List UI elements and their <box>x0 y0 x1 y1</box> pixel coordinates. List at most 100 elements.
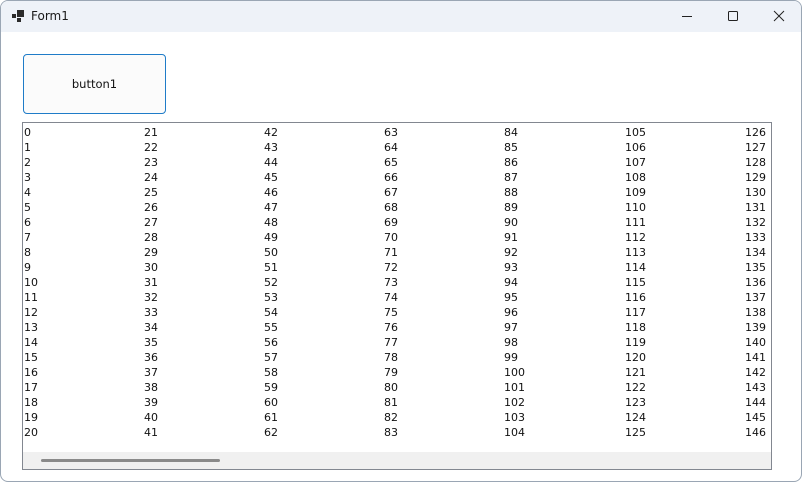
list-item[interactable]: 25 <box>144 185 254 200</box>
list-item[interactable]: 43 <box>264 140 374 155</box>
list-item[interactable]: 17 <box>24 380 134 395</box>
list-item[interactable]: 46 <box>264 185 374 200</box>
list-item[interactable]: 89 <box>504 200 614 215</box>
list-item[interactable]: 91 <box>504 230 614 245</box>
list-item[interactable]: 75 <box>384 305 494 320</box>
list-item[interactable]: 74 <box>384 290 494 305</box>
list-item[interactable]: 19 <box>24 410 134 425</box>
list-item[interactable]: 38 <box>144 380 254 395</box>
list-item[interactable]: 35 <box>144 335 254 350</box>
list-item[interactable]: 58 <box>264 365 374 380</box>
list-item[interactable]: 105 <box>625 125 735 140</box>
list-item[interactable]: 129 <box>745 170 771 185</box>
list-item[interactable]: 113 <box>625 245 735 260</box>
list-item[interactable]: 82 <box>384 410 494 425</box>
list-item[interactable]: 70 <box>384 230 494 245</box>
list-item[interactable]: 67 <box>384 185 494 200</box>
list-item[interactable]: 55 <box>264 320 374 335</box>
list-item[interactable]: 24 <box>144 170 254 185</box>
list-item[interactable]: 2 <box>24 155 134 170</box>
list-item[interactable]: 45 <box>264 170 374 185</box>
list-item[interactable]: 28 <box>144 230 254 245</box>
multi-column-listbox[interactable]: 0 1 2 3 4 5 6 7 8 9 10 11 12 13 14 15 16 17 18 19 20 21 22 23 2… <box>22 122 772 470</box>
list-item[interactable]: 52 <box>264 275 374 290</box>
list-item[interactable]: 77 <box>384 335 494 350</box>
list-item[interactable]: 131 <box>745 200 771 215</box>
list-item[interactable]: 96 <box>504 305 614 320</box>
list-item[interactable]: 99 <box>504 350 614 365</box>
list-item[interactable]: 15 <box>24 350 134 365</box>
list-item[interactable]: 80 <box>384 380 494 395</box>
list-item[interactable]: 39 <box>144 395 254 410</box>
list-item[interactable]: 53 <box>264 290 374 305</box>
list-item[interactable]: 32 <box>144 290 254 305</box>
list-item[interactable]: 141 <box>745 350 771 365</box>
list-item[interactable]: 97 <box>504 320 614 335</box>
list-item[interactable]: 81 <box>384 395 494 410</box>
list-item[interactable]: 27 <box>144 215 254 230</box>
list-item[interactable]: 62 <box>264 425 374 440</box>
list-item[interactable]: 21 <box>144 125 254 140</box>
list-item[interactable]: 61 <box>264 410 374 425</box>
list-item[interactable]: 59 <box>264 380 374 395</box>
list-item[interactable]: 49 <box>264 230 374 245</box>
list-item[interactable]: 10 <box>24 275 134 290</box>
list-item[interactable]: 11 <box>24 290 134 305</box>
list-item[interactable]: 103 <box>504 410 614 425</box>
list-item[interactable]: 23 <box>144 155 254 170</box>
list-item[interactable]: 22 <box>144 140 254 155</box>
list-item[interactable]: 57 <box>264 350 374 365</box>
list-item[interactable]: 37 <box>144 365 254 380</box>
list-item[interactable]: 108 <box>625 170 735 185</box>
list-item[interactable]: 60 <box>264 395 374 410</box>
list-item[interactable]: 9 <box>24 260 134 275</box>
list-item[interactable]: 72 <box>384 260 494 275</box>
list-item[interactable]: 146 <box>745 425 771 440</box>
list-item[interactable]: 8 <box>24 245 134 260</box>
list-item[interactable]: 133 <box>745 230 771 245</box>
list-item[interactable]: 31 <box>144 275 254 290</box>
list-item[interactable]: 109 <box>625 185 735 200</box>
list-item[interactable]: 94 <box>504 275 614 290</box>
list-item[interactable]: 101 <box>504 380 614 395</box>
list-item[interactable]: 29 <box>144 245 254 260</box>
list-item[interactable]: 121 <box>625 365 735 380</box>
list-item[interactable]: 56 <box>264 335 374 350</box>
list-item[interactable]: 20 <box>24 425 134 440</box>
list-item[interactable]: 111 <box>625 215 735 230</box>
list-item[interactable]: 110 <box>625 200 735 215</box>
list-item[interactable]: 65 <box>384 155 494 170</box>
list-item[interactable]: 95 <box>504 290 614 305</box>
list-item[interactable]: 93 <box>504 260 614 275</box>
list-item[interactable]: 132 <box>745 215 771 230</box>
list-item[interactable]: 142 <box>745 365 771 380</box>
list-item[interactable]: 87 <box>504 170 614 185</box>
list-item[interactable]: 1 <box>24 140 134 155</box>
list-item[interactable]: 73 <box>384 275 494 290</box>
list-item[interactable]: 54 <box>264 305 374 320</box>
list-item[interactable]: 135 <box>745 260 771 275</box>
list-item[interactable]: 41 <box>144 425 254 440</box>
list-item[interactable]: 68 <box>384 200 494 215</box>
list-item[interactable]: 85 <box>504 140 614 155</box>
list-item[interactable]: 144 <box>745 395 771 410</box>
list-item[interactable]: 40 <box>144 410 254 425</box>
list-item[interactable]: 102 <box>504 395 614 410</box>
list-item[interactable]: 92 <box>504 245 614 260</box>
list-item[interactable]: 44 <box>264 155 374 170</box>
list-item[interactable]: 112 <box>625 230 735 245</box>
list-item[interactable]: 107 <box>625 155 735 170</box>
list-item[interactable]: 12 <box>24 305 134 320</box>
close-button[interactable] <box>756 1 801 32</box>
list-item[interactable]: 71 <box>384 245 494 260</box>
list-item[interactable]: 30 <box>144 260 254 275</box>
list-item[interactable]: 90 <box>504 215 614 230</box>
title-bar[interactable]: Form1 <box>1 1 801 32</box>
list-item[interactable]: 125 <box>625 425 735 440</box>
list-item[interactable]: 47 <box>264 200 374 215</box>
list-item[interactable]: 143 <box>745 380 771 395</box>
list-item[interactable]: 14 <box>24 335 134 350</box>
list-item[interactable]: 100 <box>504 365 614 380</box>
list-item[interactable]: 114 <box>625 260 735 275</box>
list-item[interactable]: 130 <box>745 185 771 200</box>
